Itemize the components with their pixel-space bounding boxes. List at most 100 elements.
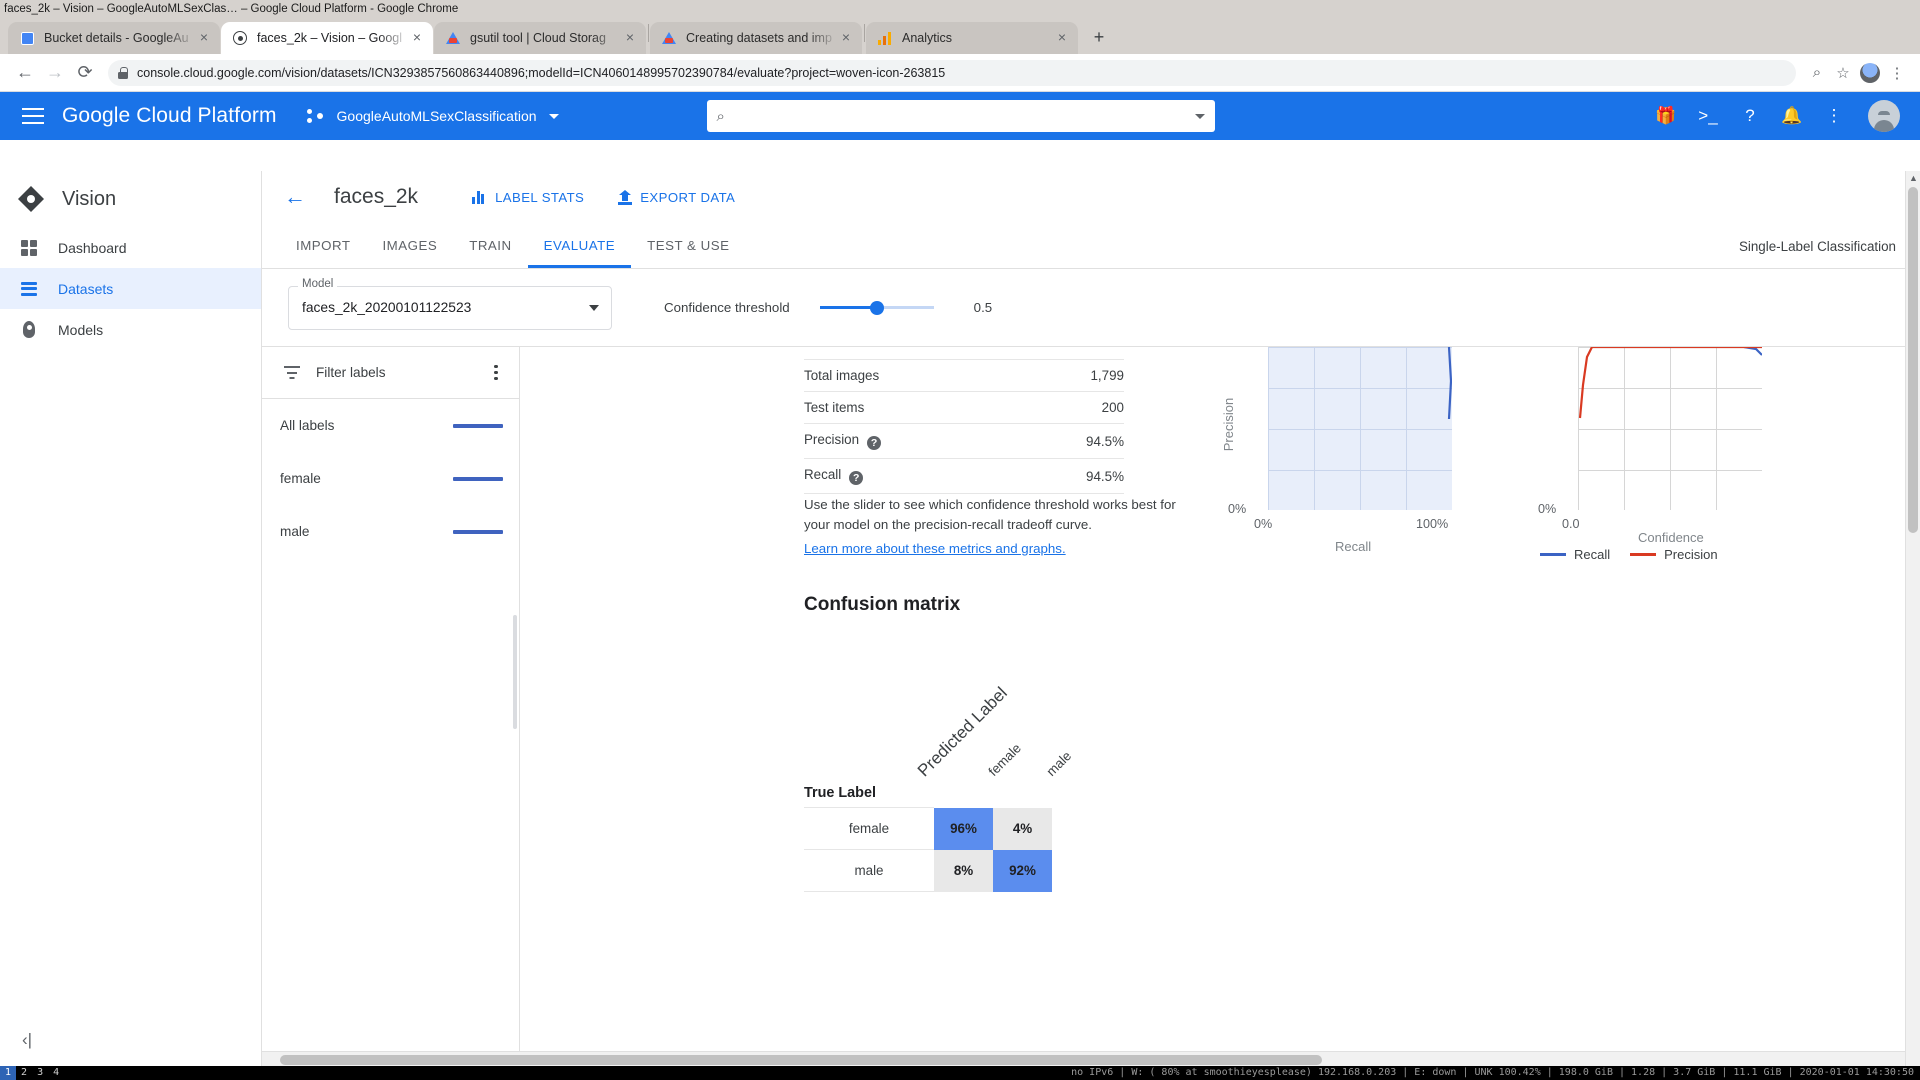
table-header-row: True Label [804,785,1052,808]
chrome-menu-icon[interactable]: ⋮ [1884,60,1910,86]
precision-line [1580,347,1762,418]
tab-evaluate[interactable]: EVALUATE [528,223,632,268]
labels-panel-scrollbar[interactable] [513,615,517,729]
more-icon[interactable]: ⋮ [1822,104,1846,128]
chevron-down-icon[interactable] [589,305,599,311]
metrics-hint-text: Use the slider to see which confidence t… [804,497,1176,532]
predicted-col-male: male [1043,748,1074,779]
close-icon[interactable]: × [1054,30,1070,46]
label-item-female[interactable]: female [262,452,519,505]
sidebar-item-dashboard[interactable]: Dashboard [0,227,261,268]
project-selector-label[interactable]: GoogleAutoMLSexClassification [337,108,537,124]
tab-title: gsutil tool | Cloud Storag [470,31,622,45]
label-item-text: male [280,524,309,539]
reload-icon[interactable]: ⟳ [70,58,100,88]
browser-tab-bucket-details[interactable]: Bucket details - GoogleAu × [8,22,220,54]
chevron-down-icon[interactable] [1195,114,1205,119]
label-item-all-labels[interactable]: All labels [262,399,519,452]
browser-tabstrip: Bucket details - GoogleAu × faces_2k – V… [0,18,1920,54]
page-horizontal-scrollbar[interactable] [262,1051,1905,1066]
user-avatar[interactable] [1868,100,1900,132]
table-row: Recall? 94.5% [804,459,1124,494]
model-select[interactable]: Model faces_2k_20200101122523 [288,286,612,330]
back-icon[interactable]: ← [284,184,306,210]
workspace-2[interactable]: 2 [16,1066,32,1080]
gcp-brand-title[interactable]: Google Cloud Platform [62,104,277,128]
browser-toolbar: ← → ⟳ console.cloud.google.com/vision/da… [0,54,1920,92]
metric-name-text: Recall [804,467,841,482]
label-stats-button[interactable]: LABEL STATS [472,190,584,205]
scroll-up-icon[interactable]: ▲ [1909,173,1918,183]
help-icon[interactable]: ? [849,471,863,485]
zoom-icon[interactable]: ⌕ [1804,60,1830,86]
browser-tab-creating-datasets[interactable]: Creating datasets and imp × [650,22,862,54]
window-titlebar: faces_2k – Vision – GoogleAutoMLSexClas…… [0,0,1920,18]
new-tab-button[interactable]: + [1085,23,1113,51]
address-bar[interactable]: console.cloud.google.com/vision/datasets… [108,60,1796,86]
close-icon[interactable]: × [196,30,212,46]
chrome-profile-avatar[interactable] [1860,63,1880,83]
browser-tab-faces-2k-vision[interactable]: faces_2k – Vision – Googl × [221,22,433,54]
predicted-col-female: female [985,740,1024,779]
confidence-threshold-slider[interactable] [820,306,934,309]
forward-icon[interactable]: → [40,58,70,88]
upload-icon [618,190,632,205]
workspace-4[interactable]: 4 [48,1066,64,1080]
help-icon[interactable]: ? [867,436,881,450]
bookmark-star-icon[interactable]: ☆ [1830,60,1856,86]
metric-name: Total images [804,360,1018,392]
gcp-header: Google Cloud Platform GoogleAutoMLSexCla… [0,92,1920,140]
close-icon[interactable]: × [838,30,854,46]
filter-labels-input[interactable]: Filter labels [316,365,386,380]
tab-title: Bucket details - GoogleAu [44,31,196,45]
kebab-menu-icon[interactable] [487,365,505,381]
cm-cell-female-female[interactable]: 96% [934,808,993,850]
gcp-search-box[interactable]: ⌕ [707,100,1215,132]
back-icon[interactable]: ← [10,58,40,88]
menu-icon[interactable] [22,108,44,124]
cm-cell-female-male[interactable]: 4% [993,808,1052,850]
cloud-shell-icon[interactable]: >_ [1696,104,1720,128]
vertical-scroll-thumb[interactable] [1908,187,1918,533]
table-row: male 8% 92% [804,850,1052,892]
cm-cell-male-female[interactable]: 8% [934,850,993,892]
tab-images[interactable]: IMAGES [366,223,453,268]
filter-labels-row[interactable]: Filter labels [262,347,519,399]
pr-curve-svg [1268,347,1452,510]
search-icon: ⌕ [717,108,725,125]
label-item-male[interactable]: male [262,505,519,558]
gift-icon[interactable]: 🎁 [1654,104,1678,128]
model-select-value: faces_2k_20200101122523 [302,300,471,315]
help-icon[interactable]: ? [1738,104,1762,128]
product-sidebar: Vision Dashboard Datasets Models ‹| [0,171,262,1066]
close-icon[interactable]: × [409,30,425,46]
sidebar-item-models[interactable]: Models [0,309,261,350]
browser-tab-gsutil-tool[interactable]: gsutil tool | Cloud Storag × [434,22,646,54]
collapse-sidebar-icon[interactable]: ‹| [22,1030,32,1050]
chevron-down-icon[interactable] [549,114,559,119]
dashboard-icon [18,240,40,256]
metric-value: 94.5% [1018,459,1124,494]
pr-x-tick-1: 100% [1416,517,1448,531]
page-vertical-scrollbar[interactable]: ▲ [1905,171,1920,1066]
workspace-3[interactable]: 3 [32,1066,48,1080]
pr-x-tick-0: 0% [1254,517,1272,531]
search-input[interactable] [733,109,1195,124]
sidebar-item-datasets[interactable]: Datasets [0,268,261,309]
model-controls-row: Model faces_2k_20200101122523 Confidence… [262,269,1920,347]
slider-knob[interactable] [870,301,884,315]
tab-test-and-use[interactable]: TEST & USE [631,223,745,268]
learn-more-link[interactable]: Learn more about these metrics and graph… [804,539,1196,559]
legend-item-recall: Recall [1540,547,1610,562]
tab-import[interactable]: IMPORT [280,223,366,268]
export-data-button[interactable]: EXPORT DATA [618,190,735,205]
horizontal-scroll-thumb[interactable] [280,1055,1322,1065]
tab-train[interactable]: TRAIN [453,223,527,268]
notifications-icon[interactable]: 🔔 [1780,104,1804,128]
close-icon[interactable]: × [622,30,638,46]
cm-cell-male-male[interactable]: 92% [993,850,1052,892]
table-row: Test items 200 [804,392,1124,424]
confidence-plot-area [1578,347,1762,510]
workspace-1[interactable]: 1 [0,1066,16,1080]
browser-tab-analytics[interactable]: Analytics × [866,22,1078,54]
